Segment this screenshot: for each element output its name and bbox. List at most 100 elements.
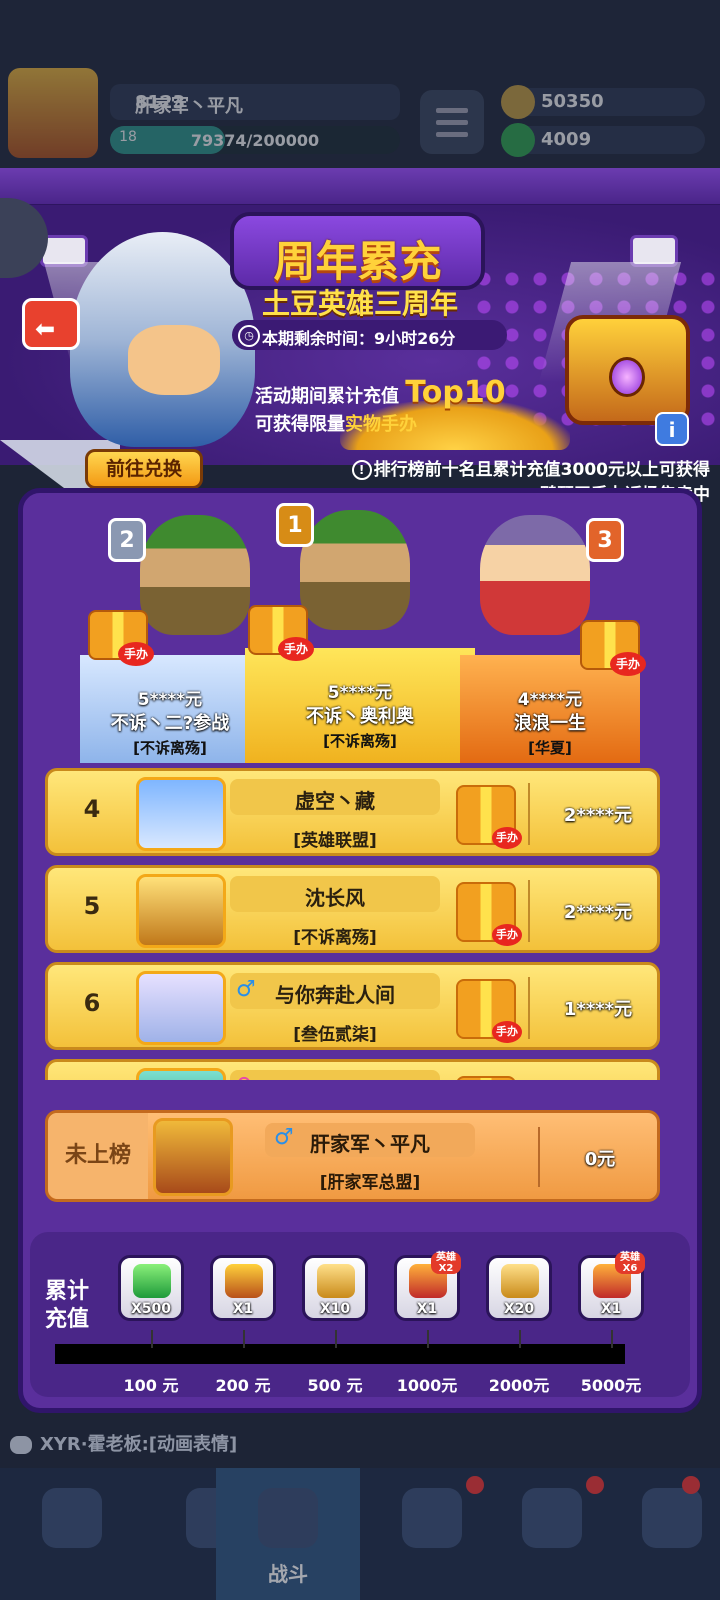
promo-line-2: 可获得限量实物手办: [255, 414, 417, 435]
promo-line-1: 活动期间累计充值 Top10: [255, 375, 506, 410]
my-rank-row[interactable]: 未上榜 ♂ 肝家军丶平凡 [肝家军总盟] 0元: [45, 1110, 660, 1202]
figurine-gift-icon: 手办: [580, 620, 646, 676]
milestone-reward-1[interactable]: X500: [118, 1255, 184, 1321]
podium-guild: [不诉离殇]: [323, 732, 397, 750]
coin-icon: [501, 85, 535, 119]
figurine-gift-icon: 手办: [456, 979, 522, 1043]
rank-1-medal: 1: [276, 503, 314, 547]
milestone-value: 5000元: [580, 1376, 642, 1395]
chat-preview[interactable]: XYR·霍老板:[动画表情]: [10, 1430, 237, 1456]
reward-quantity: X10: [319, 1301, 351, 1317]
player-name-bar: 肝家军丶平凡 8123: [110, 84, 400, 120]
event-title-plate: 周年累充: [230, 212, 485, 290]
menu-button[interactable]: [420, 90, 484, 154]
pickaxe-icon: [317, 1264, 355, 1298]
pickaxe-icon: [501, 1264, 539, 1298]
podium-rank-1[interactable]: 5****元 不诉丶奥利奥 [不诉离殇]: [245, 648, 475, 763]
milestone-tick: [427, 1330, 429, 1348]
player-name: 沈长风: [305, 886, 365, 910]
swords-icon: [258, 1488, 318, 1548]
gem-icon: [501, 123, 535, 157]
rank2-character: [140, 515, 250, 635]
milestone-value: 2000元: [488, 1376, 550, 1395]
podium-amount: 5****元: [137, 690, 203, 710]
milestone-tick: [611, 1330, 613, 1348]
nav-battle[interactable]: 战斗: [216, 1468, 360, 1600]
timer-text: 本期剩余时间：9小时26分: [262, 329, 456, 348]
player-name: 虚空丶藏: [295, 789, 375, 813]
menu-icon: [436, 108, 468, 113]
my-guild-name: [肝家军总盟]: [319, 1173, 421, 1193]
milestone-value: 100 元: [123, 1376, 179, 1395]
rank-row[interactable]: 4 虚空丶藏 [英雄联盟] 手办 2****元: [45, 768, 660, 856]
player-avatar[interactable]: [8, 68, 98, 158]
recharge-amount: 2****元: [563, 805, 633, 826]
player-name: 与你奔赴人间: [275, 983, 395, 1007]
event-timer: ◷ 本期剩余时间：9小时26分: [232, 320, 507, 350]
milestone-progress-track: [55, 1344, 625, 1364]
milestone-reward-5[interactable]: X20: [486, 1255, 552, 1321]
back-button[interactable]: ⬅: [22, 298, 80, 350]
guild-name: [不诉离殇]: [293, 928, 377, 948]
milestone-tick: [243, 1330, 245, 1348]
podium-amount: 5****元: [327, 683, 393, 703]
podium-rank-2[interactable]: 5****元 不诉丶二?参战 [不诉离殇]: [80, 655, 260, 763]
milestone-value: 200 元: [215, 1376, 271, 1395]
info-button[interactable]: i: [655, 412, 689, 446]
nav-shop[interactable]: [0, 1468, 144, 1600]
milestone-tick: [519, 1330, 521, 1348]
rank-status: 未上榜: [48, 1113, 148, 1199]
avatar: [136, 971, 226, 1045]
hero-face: [128, 325, 220, 395]
my-avatar: [153, 1118, 233, 1196]
rank1-character: [300, 510, 410, 630]
friends-icon: [522, 1488, 582, 1548]
rank-row[interactable]: 7 ♀ 祁梦 手办: [45, 1059, 660, 1080]
figurine-gift-icon: 手办: [88, 610, 154, 666]
redeem-button[interactable]: 前往兑换: [85, 449, 203, 489]
my-recharge-amount: 0元: [584, 1149, 616, 1170]
hero-multiplier-badge: 英雄X2: [431, 1252, 461, 1274]
gem-amount: 4009: [541, 129, 592, 150]
my-player-name: 肝家军丶平凡: [310, 1132, 430, 1156]
treasure-chest-icon: [225, 1264, 263, 1298]
milestone-label: 累计 充值: [45, 1279, 90, 1332]
reward-quantity: X20: [503, 1301, 535, 1317]
rank-list[interactable]: 4 虚空丶藏 [英雄联盟] 手办 2****元 5 沈长风 [不诉离殇] 手办 …: [45, 750, 665, 1080]
rank3-character: [480, 515, 590, 635]
crown-icon: [402, 1488, 462, 1548]
rank-number: 6: [83, 989, 101, 1017]
milestone-value: 500 元: [307, 1376, 363, 1395]
compass-icon: [642, 1488, 702, 1548]
treasure-chest-image: [565, 315, 690, 425]
reward-quantity: X1: [232, 1301, 254, 1317]
figurine-gift-icon: 手办: [456, 785, 522, 849]
nav-battle-label: 战斗: [268, 1562, 308, 1586]
podium-player-name: 浪浪一生: [514, 713, 586, 734]
rank-2-medal: 2: [108, 518, 146, 562]
coin-counter: 50350: [501, 85, 705, 119]
recharge-amount: 1****元: [563, 999, 633, 1020]
guild-name: [英雄联盟]: [293, 831, 377, 851]
coin-amount: 50350: [541, 91, 604, 112]
podium-player-name: 不诉丶二?参战: [110, 713, 230, 734]
milestone-reward-6[interactable]: X1 英雄X6: [578, 1252, 645, 1321]
avatar: [136, 874, 226, 948]
milestone-reward-3[interactable]: X10: [302, 1255, 368, 1321]
hero-multiplier-badge: 英雄X6: [615, 1252, 645, 1274]
rank-row[interactable]: 6 ♂ 与你奔赴人间 [叁伍贰柒] 手办 1****元: [45, 962, 660, 1050]
rank-number: 5: [83, 892, 101, 920]
nav-explore[interactable]: [600, 1468, 720, 1600]
arrow-left-icon: ⬅: [35, 315, 56, 343]
chest-gem: [609, 357, 645, 397]
xp-bar: 18 79374/200000: [110, 126, 400, 154]
milestone-tick: [335, 1330, 337, 1348]
reward-quantity: X500: [130, 1301, 172, 1317]
bottom-nav: 战斗: [0, 1468, 720, 1600]
avatar: [136, 1068, 226, 1080]
milestone-reward-4[interactable]: X1 英雄X2: [394, 1252, 461, 1321]
clock-icon: ◷: [238, 325, 260, 347]
milestone-reward-2[interactable]: X1: [210, 1255, 276, 1321]
rank-row[interactable]: 5 沈长风 [不诉离殇] 手办 2****元: [45, 865, 660, 953]
milestone-value: 1000元: [396, 1376, 458, 1395]
